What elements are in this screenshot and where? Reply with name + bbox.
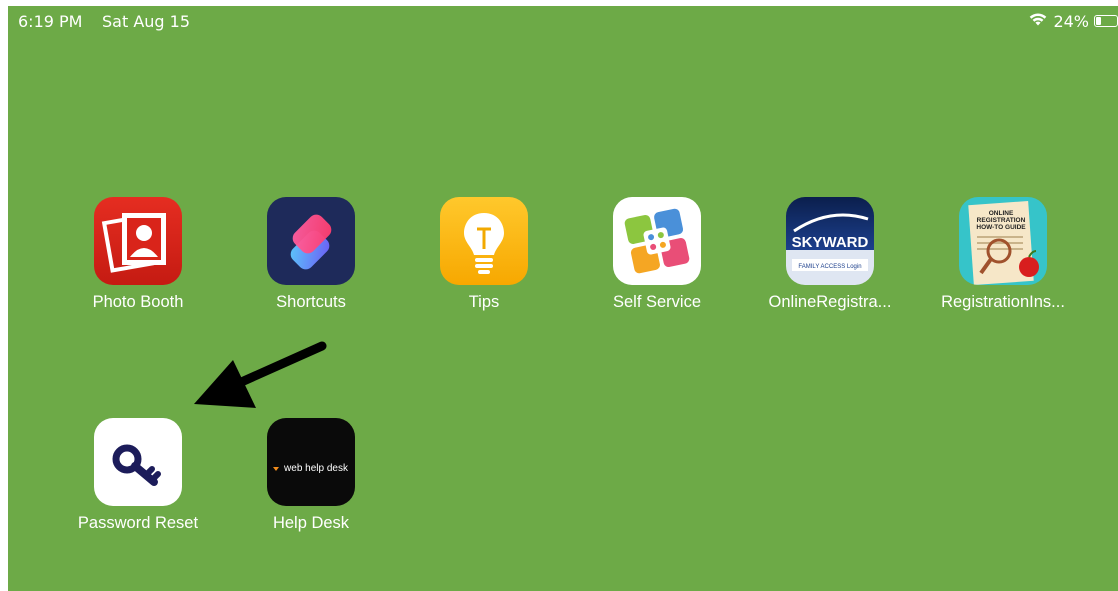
arrow-pointer-icon: [194, 341, 327, 408]
app-tips[interactable]: Tips: [404, 197, 564, 312]
app-label: Password Reset: [77, 514, 199, 532]
web-help-desk-text: web help desk: [283, 463, 349, 474]
key-icon: [94, 418, 182, 506]
app-self-service[interactable]: Self Service: [577, 197, 737, 312]
shortcuts-icon: [267, 197, 355, 285]
home-screen: 6:19 PM Sat Aug 15 24% Photo Booth Short…: [8, 6, 1118, 591]
web-help-desk-icon: web help desk: [267, 418, 355, 506]
status-date: Sat Aug 15: [102, 12, 191, 31]
app-shortcuts[interactable]: Shortcuts: [231, 197, 391, 312]
skyward-subtext: FAMILY ACCESS Login: [798, 264, 861, 270]
battery-icon: [1094, 15, 1118, 27]
app-password-reset[interactable]: Password Reset: [58, 418, 218, 533]
photo-booth-icon: [94, 197, 182, 285]
skyward-text: SKYWARD: [792, 234, 869, 251]
wifi-icon: [1028, 11, 1048, 31]
svg-text:REGISTRATION: REGISTRATION: [977, 217, 1026, 224]
app-registration-instructions[interactable]: ONLINE REGISTRATION HOW-TO GUIDE Registr…: [923, 197, 1083, 312]
app-label: Tips: [468, 293, 500, 311]
svg-text:HOW-TO GUIDE: HOW-TO GUIDE: [976, 224, 1026, 231]
skyward-icon: SKYWARD FAMILY ACCESS Login: [786, 197, 874, 285]
app-label: RegistrationIns...: [941, 293, 1065, 311]
battery-level-fill: [1096, 17, 1101, 25]
app-photo-booth[interactable]: Photo Booth: [58, 197, 218, 312]
self-service-icon: [613, 197, 701, 285]
app-label: Help Desk: [272, 514, 350, 532]
app-online-registration[interactable]: SKYWARD FAMILY ACCESS Login OnlineRegist…: [750, 197, 910, 312]
status-bar: 6:19 PM Sat Aug 15 24%: [8, 6, 1118, 36]
app-help-desk[interactable]: web help desk Help Desk: [231, 418, 391, 533]
tips-lightbulb-icon: [440, 197, 528, 285]
registration-guide-icon: ONLINE REGISTRATION HOW-TO GUIDE: [959, 197, 1047, 285]
app-label: Photo Booth: [92, 293, 184, 311]
app-label: Self Service: [612, 293, 702, 311]
battery-percent: 24%: [1053, 11, 1089, 31]
status-time: 6:19 PM: [18, 12, 83, 31]
app-label: Shortcuts: [276, 293, 346, 311]
svg-text:ONLINE: ONLINE: [989, 210, 1014, 217]
status-indicators: 24%: [1028, 11, 1118, 31]
app-label: OnlineRegistra...: [768, 293, 892, 311]
